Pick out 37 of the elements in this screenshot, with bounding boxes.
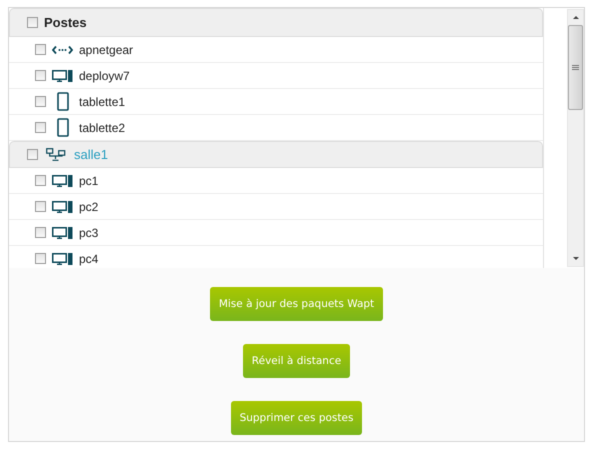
checkbox[interactable] xyxy=(27,149,38,160)
network-arrows-icon xyxy=(52,44,73,54)
checkbox[interactable] xyxy=(35,70,46,81)
tree-row[interactable]: tablette1 xyxy=(9,89,543,115)
group-label: Postes xyxy=(44,15,87,30)
item-label: deployw7 xyxy=(79,68,130,82)
checkbox[interactable] xyxy=(35,96,46,107)
checkbox[interactable] xyxy=(35,227,46,238)
scroll-down-arrow-icon[interactable] xyxy=(572,257,578,260)
computer-icon xyxy=(52,70,73,82)
scroll-thumb[interactable] xyxy=(568,25,583,110)
checkbox[interactable] xyxy=(35,122,46,133)
item-label: pc2 xyxy=(79,200,98,214)
checkbox[interactable] xyxy=(35,201,46,212)
scroll-up-arrow-icon[interactable] xyxy=(572,16,578,19)
computer-icon xyxy=(52,252,73,264)
checkbox[interactable] xyxy=(35,44,46,55)
item-label: apnetgear xyxy=(79,42,134,56)
checkbox[interactable] xyxy=(35,253,46,264)
item-label: pc3 xyxy=(79,226,98,240)
group-label: salle1 xyxy=(74,147,108,162)
grip-icon xyxy=(572,64,579,70)
computer-icon xyxy=(52,200,73,212)
item-label: pc4 xyxy=(79,252,98,266)
tablet-icon xyxy=(56,118,68,137)
scrollbar[interactable] xyxy=(567,9,584,267)
item-label: tablette1 xyxy=(79,94,126,108)
tree-row[interactable]: tablette2 xyxy=(9,115,543,141)
computer-icon xyxy=(52,174,73,186)
group-header[interactable]: Postes xyxy=(9,8,543,37)
item-label: pc1 xyxy=(79,174,98,188)
item-label: tablette2 xyxy=(79,120,126,134)
computer-icon xyxy=(52,226,73,238)
tablet-icon xyxy=(56,92,68,111)
checkbox[interactable] xyxy=(35,175,46,186)
checkbox[interactable] xyxy=(27,17,38,28)
network-icon xyxy=(46,148,66,161)
